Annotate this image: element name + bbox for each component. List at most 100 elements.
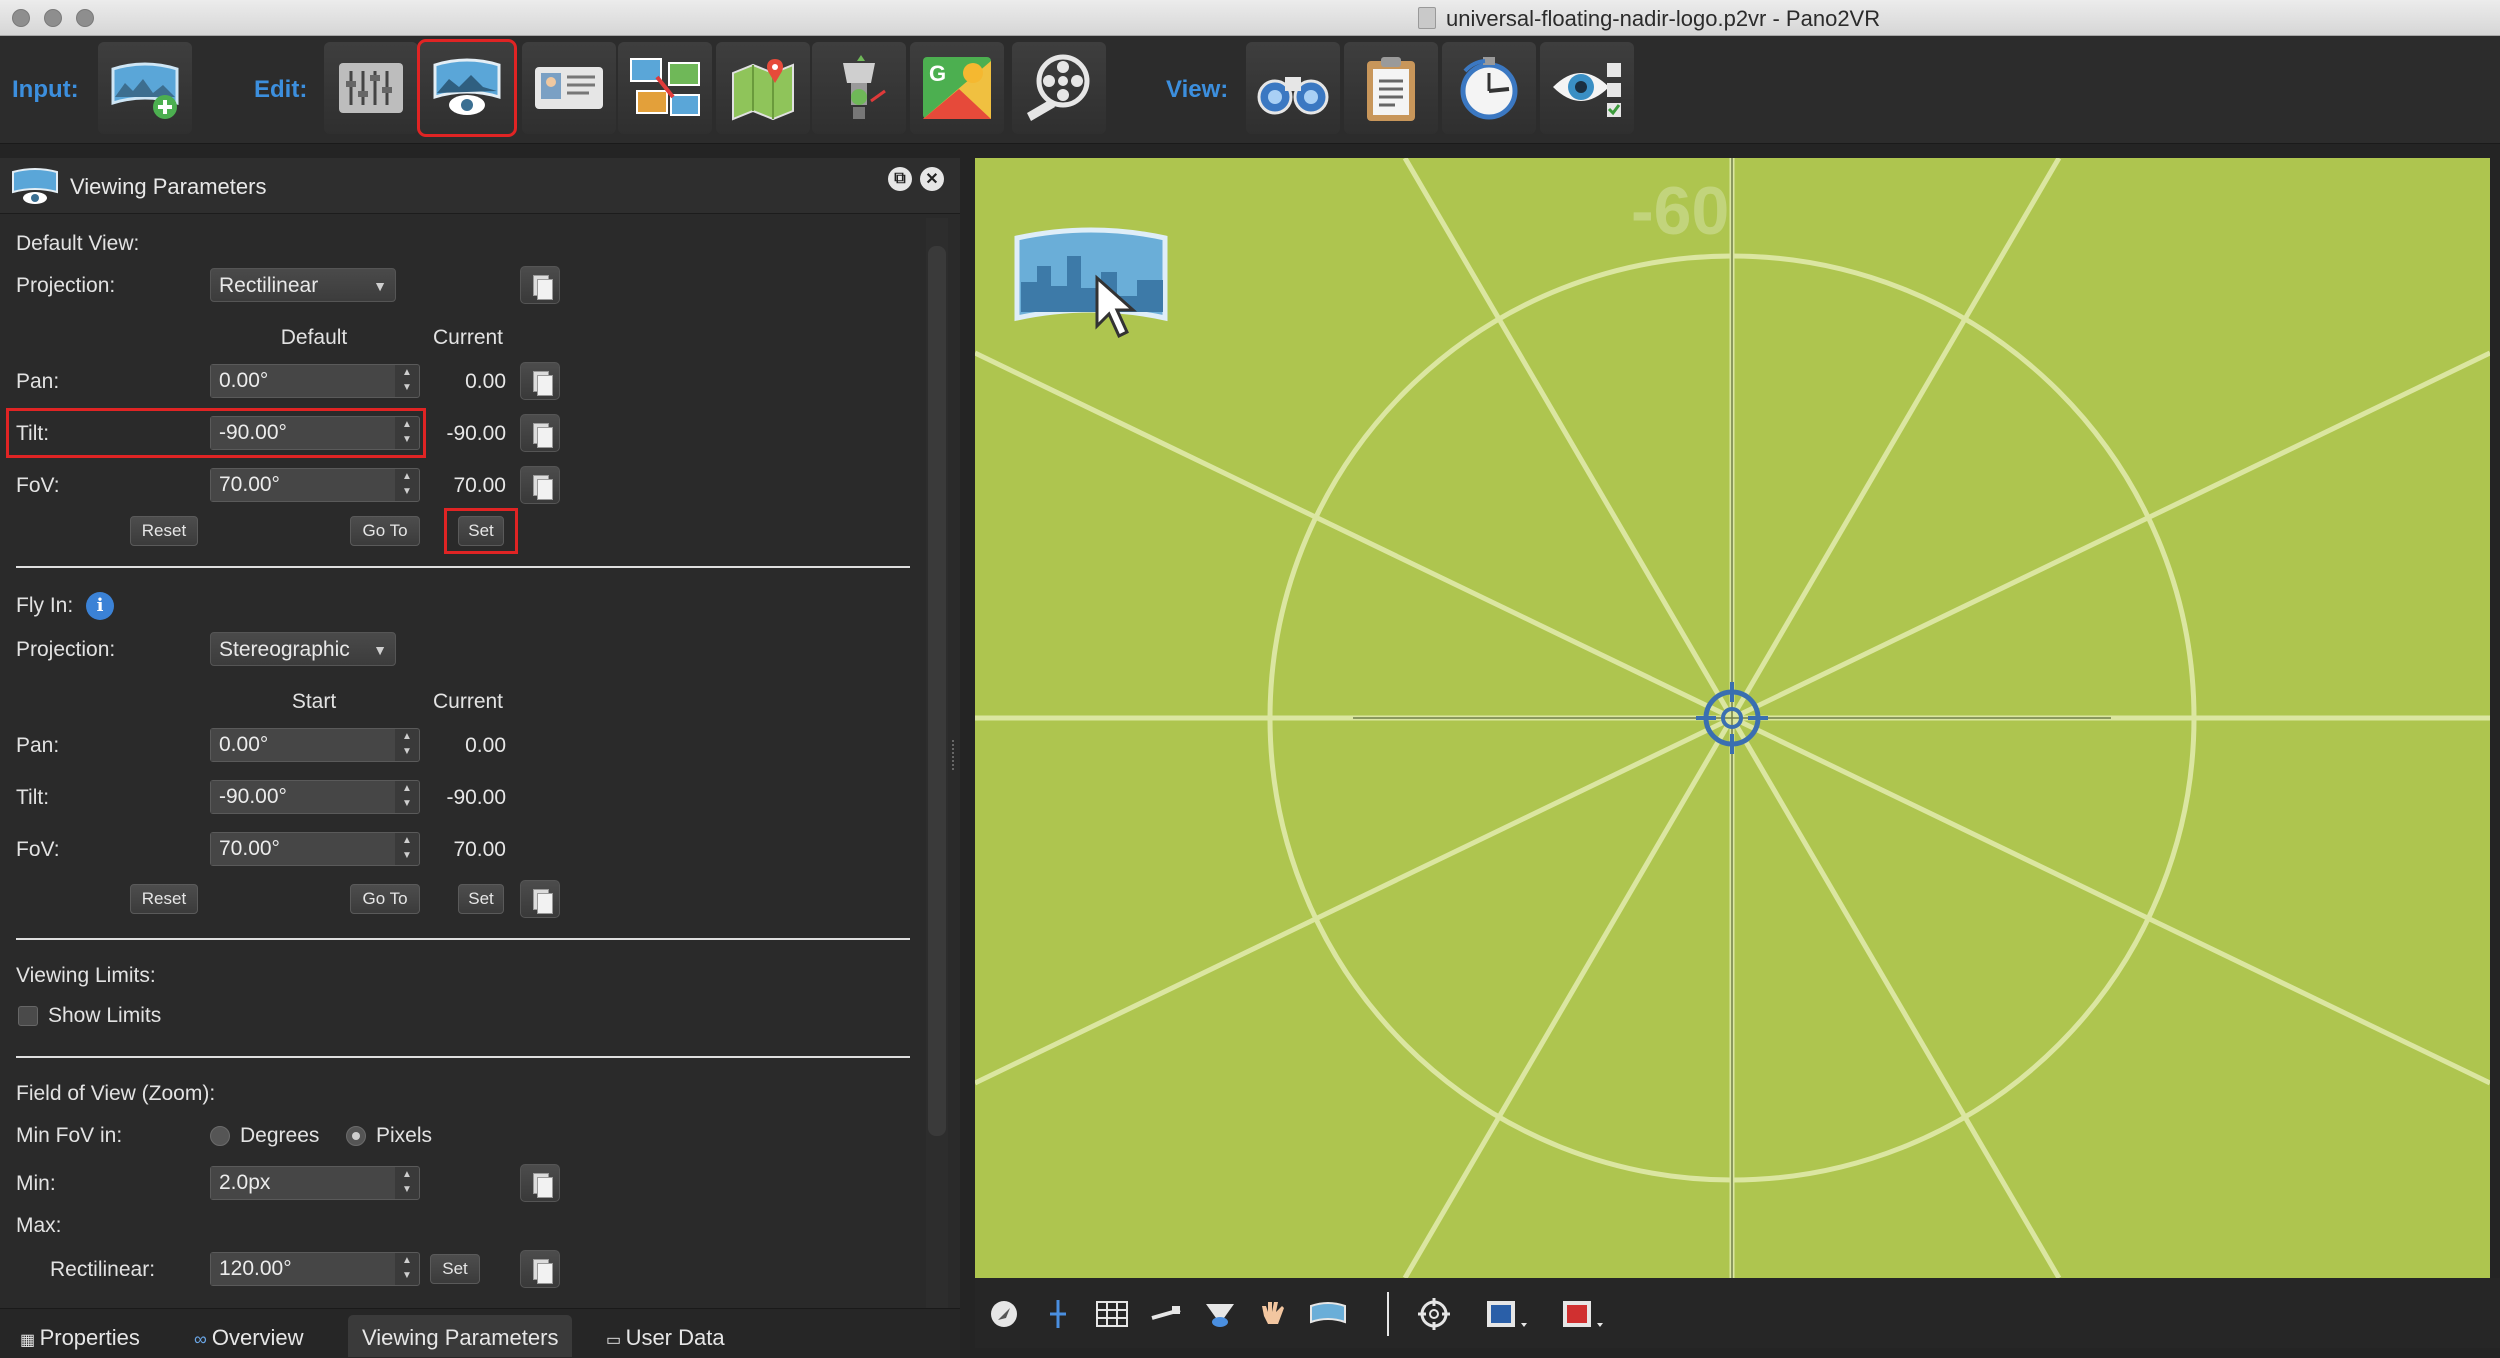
- panorama-viewer[interactable]: -60: [975, 158, 2490, 1278]
- default-pan-input[interactable]: [211, 365, 395, 397]
- pixels-radio[interactable]: [346, 1126, 366, 1146]
- rectilinear-set-button[interactable]: Set: [430, 1254, 480, 1284]
- nadir-button[interactable]: [1201, 1296, 1239, 1332]
- default-pan-field[interactable]: ▲▼: [210, 364, 420, 398]
- copy-rectilinear-button[interactable]: [520, 1250, 560, 1288]
- splitter-handle[interactable]: [952, 740, 958, 770]
- section-divider: [16, 938, 910, 940]
- min-fov-in-label: Min FoV in:: [16, 1124, 123, 1147]
- copy-pan-button[interactable]: [520, 362, 560, 400]
- fly-in-tilt-field[interactable]: ▲▼: [210, 780, 420, 814]
- hand-icon: [1262, 1302, 1284, 1324]
- properties-tab-icon: ▦: [20, 1332, 40, 1349]
- fly-in-current-tilt: -90.00: [446, 786, 506, 809]
- fly-in-reset-button[interactable]: Reset: [130, 884, 198, 914]
- undock-icon: ⧉: [894, 170, 906, 187]
- copy-fly-in-button[interactable]: [520, 880, 560, 918]
- fly-in-projection-select[interactable]: Stereographic ▼: [210, 632, 396, 666]
- grid-button[interactable]: [1093, 1296, 1131, 1332]
- measure-icon: [1151, 1306, 1181, 1320]
- target-button[interactable]: [1415, 1296, 1453, 1332]
- maps-button[interactable]: [716, 42, 810, 134]
- viewing-parameters-button[interactable]: [417, 39, 517, 137]
- default-fov-field[interactable]: ▲▼: [210, 468, 420, 502]
- google-street-view-button[interactable]: G: [910, 42, 1004, 134]
- patches-button[interactable]: [812, 42, 906, 134]
- panorama-icon: [1310, 1302, 1346, 1324]
- fly-in-set-button[interactable]: Set: [458, 884, 504, 914]
- panorama-button[interactable]: [1309, 1296, 1347, 1332]
- spin-arrows-icon[interactable]: ▲ ▼: [395, 1253, 419, 1285]
- edit-label: Edit:: [254, 76, 308, 103]
- default-reset-button[interactable]: Reset: [130, 516, 198, 546]
- copy-projection-button[interactable]: [520, 266, 560, 304]
- rectilinear-max-field[interactable]: ▲▼: [210, 1252, 420, 1286]
- color-red-button[interactable]: [1559, 1296, 1607, 1332]
- tab-properties[interactable]: ▦ Properties: [6, 1315, 154, 1357]
- pixels-label[interactable]: Pixels: [376, 1124, 432, 1148]
- nadir-icon: [1206, 1304, 1234, 1327]
- copy-fov-button[interactable]: [520, 466, 560, 504]
- tab-viewing-parameters[interactable]: Viewing Parameters: [348, 1315, 573, 1357]
- info-icon[interactable]: i: [86, 592, 114, 620]
- close-window-button[interactable]: [12, 9, 30, 27]
- user-data-tab-icon: ▭: [606, 1332, 626, 1349]
- compass-button[interactable]: [985, 1296, 1023, 1332]
- show-limits-checkbox[interactable]: [18, 1006, 38, 1026]
- clipboard-button[interactable]: [1344, 42, 1438, 134]
- rectilinear-label: Rectilinear:: [50, 1258, 156, 1281]
- add-panorama-button[interactable]: [98, 42, 192, 134]
- close-panel-button[interactable]: ✕: [920, 167, 944, 191]
- tab-user-data[interactable]: ▭ User Data: [592, 1315, 739, 1357]
- copy-tilt-button[interactable]: [520, 414, 560, 452]
- tab-overview[interactable]: ∞ Overview: [180, 1315, 318, 1357]
- min-fov-input[interactable]: [211, 1167, 395, 1199]
- measure-button[interactable]: [1147, 1296, 1185, 1332]
- max-label: Max:: [16, 1214, 62, 1237]
- default-goto-button[interactable]: Go To: [350, 516, 420, 546]
- color-blue-icon: [1487, 1301, 1527, 1327]
- properties-sliders-icon: [339, 63, 403, 113]
- show-limits-label[interactable]: Show Limits: [48, 1004, 161, 1028]
- properties-button[interactable]: [324, 42, 418, 134]
- viewing-parameters-icon: [433, 58, 501, 115]
- scrollbar-thumb[interactable]: [928, 246, 946, 1136]
- overview-button[interactable]: [1246, 42, 1340, 134]
- user-data-button[interactable]: [522, 42, 616, 134]
- color-red-icon: [1563, 1301, 1603, 1327]
- default-projection-select[interactable]: Rectilinear ▼: [210, 268, 396, 302]
- hand-button[interactable]: [1255, 1296, 1293, 1332]
- fly-in-pan-field[interactable]: ▲▼: [210, 728, 420, 762]
- fly-in-pan-input[interactable]: [211, 729, 395, 761]
- color-blue-button[interactable]: [1483, 1296, 1531, 1332]
- stopwatch-icon: [1460, 57, 1518, 120]
- preview-button[interactable]: [1540, 42, 1634, 134]
- tour-browser-icon: [630, 58, 700, 116]
- grid-icon: [1096, 1301, 1128, 1327]
- rectilinear-max-input[interactable]: [211, 1253, 395, 1285]
- minimize-window-button[interactable]: [44, 9, 62, 27]
- fly-in-tilt-input[interactable]: [211, 781, 395, 813]
- panel-scrollbar[interactable]: [926, 218, 948, 1308]
- crosshair-line-button[interactable]: [1039, 1296, 1077, 1332]
- undock-panel-button[interactable]: ⧉: [888, 167, 912, 191]
- nadir-grid-graphic: [975, 158, 2490, 1278]
- fly-in-current-fov: 70.00: [453, 838, 506, 861]
- fly-in-fov-field[interactable]: ▲▼: [210, 832, 420, 866]
- animation-button[interactable]: [1012, 42, 1106, 134]
- fly-in-goto-button[interactable]: Go To: [350, 884, 420, 914]
- fly-in-fov-input[interactable]: [211, 833, 395, 865]
- degrees-label[interactable]: Degrees: [240, 1124, 319, 1148]
- degrees-radio[interactable]: [210, 1126, 230, 1146]
- tour-browser-button[interactable]: [618, 42, 712, 134]
- document-icon: [1418, 7, 1436, 29]
- clipboard-icon: [1367, 57, 1415, 121]
- input-label: Input:: [12, 76, 79, 103]
- copy-min-button[interactable]: [520, 1164, 560, 1202]
- min-fov-field[interactable]: ▲▼: [210, 1166, 420, 1200]
- zoom-window-button[interactable]: [76, 9, 94, 27]
- default-fov-input[interactable]: [211, 469, 395, 501]
- spin-arrows-icon[interactable]: ▲ ▼: [395, 1167, 419, 1199]
- user-data-card-icon: [535, 67, 603, 109]
- stopwatch-button[interactable]: [1442, 42, 1536, 134]
